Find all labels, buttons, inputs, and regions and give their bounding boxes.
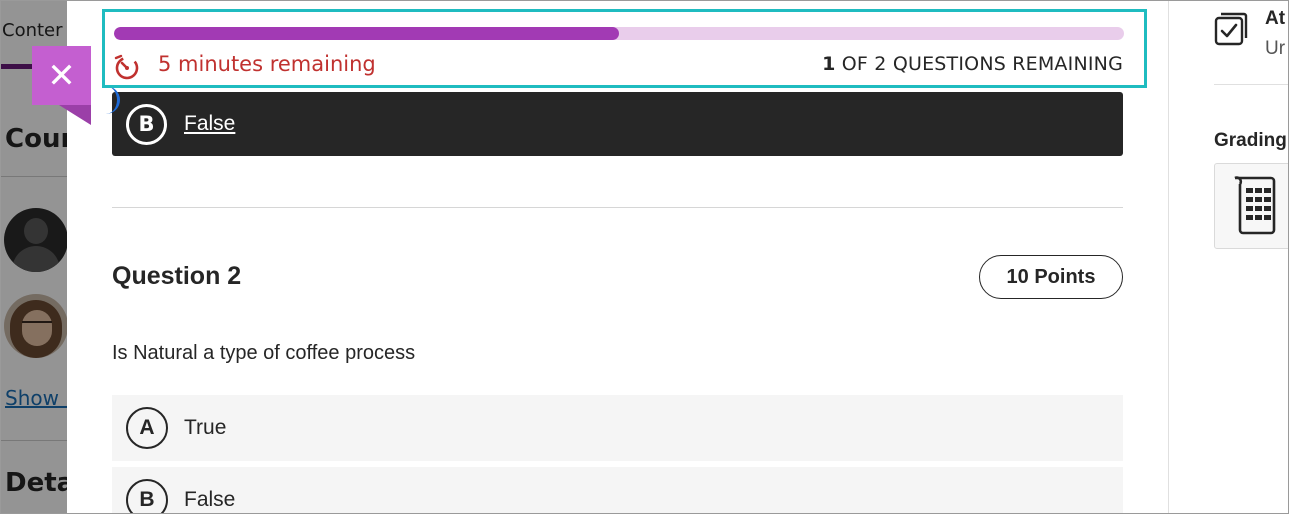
close-button[interactable]: ✕	[32, 46, 91, 105]
checkbox-icon	[1214, 12, 1248, 46]
divider	[1214, 84, 1289, 85]
rubric-card[interactable]	[1214, 163, 1289, 249]
option-letter: A	[126, 407, 168, 449]
close-icon: ✕	[47, 55, 76, 96]
answer-option-b[interactable]: B False	[112, 467, 1123, 514]
questions-remaining-label: OF 2 QUESTIONS REMAINING	[841, 53, 1123, 75]
questions-remaining: 1 OF 2 QUESTIONS REMAINING	[822, 53, 1123, 75]
details-sidebar: At Ur Grading	[1169, 0, 1289, 514]
question-divider	[112, 207, 1123, 208]
timer-icon	[114, 54, 139, 80]
progress-bar	[114, 27, 1124, 40]
option-label: True	[184, 416, 227, 439]
close-button-tail	[59, 105, 91, 125]
question-prompt: Is Natural a type of coffee process	[112, 342, 416, 364]
option-label: False	[184, 112, 236, 135]
option-letter: B	[126, 103, 167, 145]
answer-option-a[interactable]: A True	[112, 395, 1123, 461]
questions-count: 1	[822, 53, 836, 75]
selected-answer-option[interactable]: B False	[112, 92, 1123, 156]
option-letter: B	[126, 479, 168, 514]
question-title: Question 2	[112, 262, 242, 290]
attempt-title: At	[1265, 8, 1286, 29]
progress-fill	[114, 27, 619, 40]
points-badge: 10 Points	[979, 255, 1123, 299]
attempt-status: Ur	[1265, 38, 1286, 59]
option-label: False	[184, 488, 236, 511]
progress-header: 5 minutes remaining 1 OF 2 QUESTIONS REM…	[102, 9, 1147, 88]
grading-heading: Grading	[1214, 130, 1287, 151]
time-remaining: 5 minutes remaining	[158, 52, 376, 76]
rubric-icon	[1234, 176, 1276, 235]
